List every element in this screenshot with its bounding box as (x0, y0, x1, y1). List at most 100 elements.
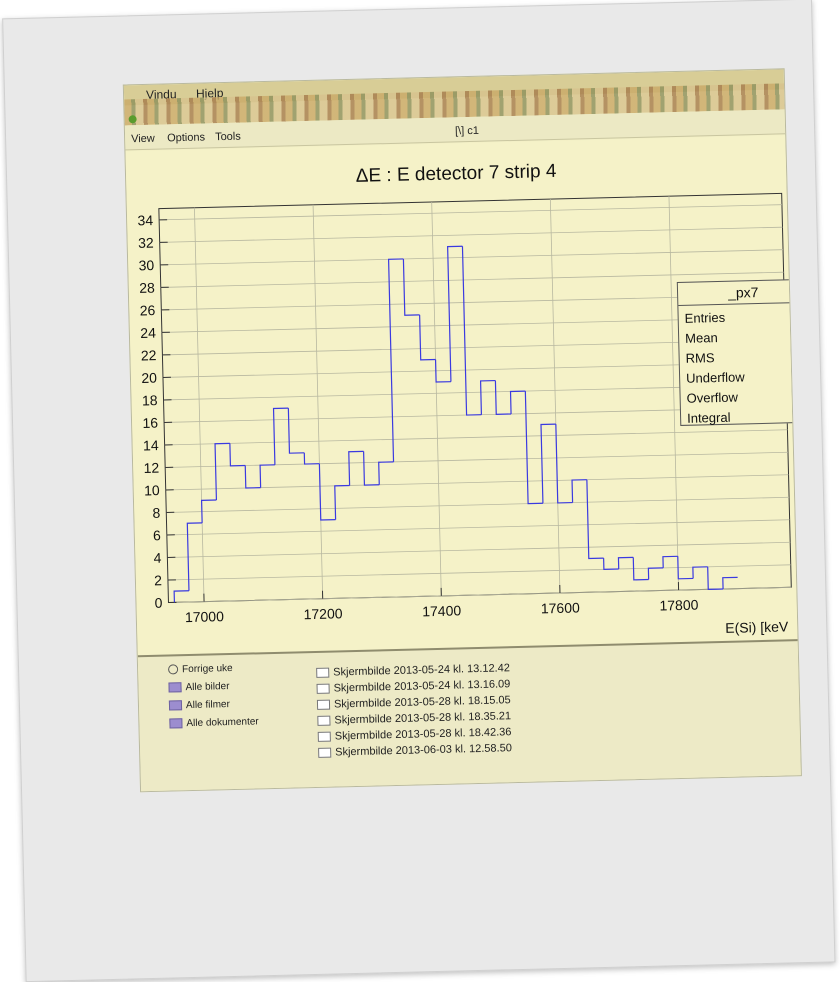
y-tick-label: 16 (142, 415, 158, 431)
histogram-bin (420, 315, 436, 360)
y-tick-label: 20 (141, 370, 157, 386)
x-gridline (194, 208, 204, 602)
x-tick-label: 17800 (659, 597, 699, 614)
histogram-bin (481, 381, 497, 415)
y-tick-label: 10 (144, 482, 160, 498)
histogram-bin (403, 259, 419, 316)
x-gridline (550, 199, 560, 593)
photo-frame: Vindu Hjelp View Options Tools [\] c1 ΔE… (2, 0, 835, 982)
x-axis-label: E(Si) [keV (725, 618, 789, 636)
file-icon (316, 668, 329, 678)
y-gridline (160, 227, 783, 242)
histogram-bin (230, 443, 245, 466)
histogram-bin (245, 465, 260, 488)
histogram-bin (604, 558, 619, 570)
stats-box: _px7 Entries Mean RMS Underflow Overflow… (677, 279, 802, 426)
histogram-bin (304, 452, 319, 464)
sidebar-item-alle-dokumenter[interactable]: Alle dokumenter (169, 716, 259, 729)
stats-overflow-label: Overflow (686, 390, 738, 406)
histogram-bin (319, 463, 335, 520)
screenshot-photo: Vindu Hjelp View Options Tools [\] c1 ΔE… (123, 68, 802, 792)
file-icon (318, 748, 331, 758)
file-item[interactable]: Skjermbilde 2013-06-03 kl. 12.58.50 (318, 742, 512, 759)
x-tick-label: 17400 (422, 602, 462, 619)
stats-entries-label: Entries (685, 310, 726, 326)
y-gridline (160, 250, 783, 265)
y-tick-label: 26 (140, 302, 156, 318)
file-item[interactable]: Skjermbilde 2013-05-28 kl. 18.42.36 (318, 726, 512, 743)
stats-underflow-label: Underflow (686, 369, 745, 385)
file-item[interactable]: Skjermbilde 2013-05-28 kl. 18.35.21 (317, 710, 511, 727)
histogram-bin (335, 485, 351, 519)
histogram-bin (495, 380, 511, 414)
canvas-name: [\] c1 (455, 125, 479, 138)
y-tick-label: 24 (140, 325, 156, 341)
folder-icon (168, 683, 181, 693)
y-tick-label: 18 (142, 392, 158, 408)
x-gridline (313, 205, 323, 599)
histogram-bin (663, 556, 678, 568)
y-gridline (165, 452, 788, 467)
histogram-bin (364, 451, 380, 485)
menu-tools[interactable]: Tools (215, 131, 241, 144)
x-tick-label: 17000 (185, 608, 225, 625)
file-item[interactable]: Skjermbilde 2013-05-28 kl. 18.15.05 (317, 694, 511, 711)
file-icon (318, 732, 331, 742)
y-tick-label: 34 (137, 212, 153, 228)
y-gridline (165, 430, 788, 445)
stats-rms-label: RMS (685, 350, 714, 366)
file-icon (317, 700, 330, 710)
histogram-bin (525, 391, 543, 504)
sidebar-item-alle-bilder[interactable]: Alle bilder (168, 681, 229, 693)
histogram-bin (379, 462, 394, 485)
stats-mean-label: Mean (685, 330, 718, 346)
x-tick-label: 17600 (541, 599, 581, 616)
sidebar-item-forrige-uke[interactable]: Forrige uke (168, 663, 233, 676)
histogram-bin (389, 259, 409, 462)
histogram-bin (511, 391, 526, 414)
stats-divider (678, 302, 798, 306)
y-gridline (166, 497, 789, 512)
file-icon (317, 716, 330, 726)
histogram-bin (174, 591, 189, 603)
histogram-bin (693, 567, 708, 579)
file-item[interactable]: Skjermbilde 2013-05-24 kl. 13.16.09 (316, 678, 510, 695)
y-tick-label: 14 (143, 437, 159, 453)
y-tick-label: 6 (153, 527, 161, 543)
histogram-bin (572, 480, 587, 503)
sidebar-item-alle-filmer[interactable]: Alle filmer (169, 699, 230, 711)
histogram-bin (618, 557, 633, 569)
file-browser: Forrige uke Alle bilder Alle filmer Alle… (138, 639, 801, 792)
x-gridline (432, 202, 442, 596)
y-tick-label: 0 (154, 595, 162, 611)
y-tick-label: 4 (153, 550, 161, 566)
menu-options[interactable]: Options (167, 131, 205, 144)
stats-title: _px7 (728, 284, 759, 301)
y-gridline (159, 205, 782, 220)
folder-icon (169, 719, 182, 729)
y-tick-label: 30 (138, 257, 154, 273)
x-tick-label: 17200 (303, 605, 343, 622)
stats-integral-label: Integral (687, 410, 731, 426)
clock-icon (168, 665, 178, 675)
y-gridline (167, 542, 790, 557)
histogram-bin (349, 451, 365, 485)
file-icon (317, 684, 330, 694)
y-tick-label: 12 (143, 460, 159, 476)
y-tick-label: 28 (139, 280, 155, 296)
file-item[interactable]: Skjermbilde 2013-05-24 kl. 13.12.42 (316, 662, 510, 679)
histogram-bin (215, 443, 231, 500)
chart-title: ΔE : E detector 7 strip 4 (356, 161, 558, 187)
histogram-bin (260, 465, 275, 488)
histogram-bin (648, 568, 663, 580)
y-tick-label: 32 (138, 235, 154, 251)
histogram-bin (723, 577, 738, 589)
histogram-bin (274, 408, 290, 465)
histogram-bin (462, 246, 481, 415)
y-tick-label: 8 (152, 505, 160, 521)
y-tick-label: 22 (141, 347, 157, 363)
x-gridline (669, 196, 679, 590)
y-gridline (167, 520, 790, 535)
menu-view[interactable]: View (131, 133, 155, 146)
histogram-canvas: ΔE : E detector 7 strip 4 0 24 6 8 10 12 14 16 18… (125, 135, 798, 671)
